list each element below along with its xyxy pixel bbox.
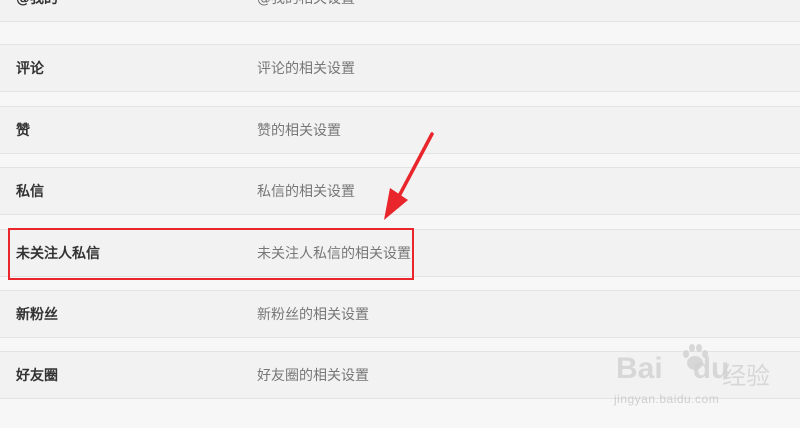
row-description: 新粉丝的相关设置 <box>257 307 369 323</box>
row-name: 赞 <box>16 123 30 139</box>
row-name: 未关注人私信 <box>16 246 100 262</box>
row-description: 赞的相关设置 <box>257 123 341 139</box>
settings-row-likes[interactable]: 赞 赞的相关设置 <box>0 106 800 154</box>
row-name: 好友圈 <box>16 368 58 384</box>
row-description: 私信的相关设置 <box>257 184 355 200</box>
row-name: @我的 <box>16 0 58 8</box>
row-description: @我的相关设置 <box>257 0 355 8</box>
notification-settings-list: @我的 @我的相关设置 评论 评论的相关设置 赞 赞的相关设置 私信 私信的相关… <box>0 0 800 428</box>
row-description: 未关注人私信的相关设置 <box>257 246 411 262</box>
row-name: 私信 <box>16 184 44 200</box>
settings-row-friend-circle[interactable]: 好友圈 好友圈的相关设置 <box>0 351 800 399</box>
settings-row-private-messages[interactable]: 私信 私信的相关设置 <box>0 167 800 215</box>
settings-row-new-fans[interactable]: 新粉丝 新粉丝的相关设置 <box>0 290 800 338</box>
row-name: 评论 <box>16 61 44 77</box>
row-description: 评论的相关设置 <box>257 61 355 77</box>
settings-row-at-me[interactable]: @我的 @我的相关设置 <box>0 0 800 22</box>
settings-row-comments[interactable]: 评论 评论的相关设置 <box>0 44 800 92</box>
row-name: 新粉丝 <box>16 307 58 323</box>
row-description: 好友圈的相关设置 <box>257 368 369 384</box>
settings-row-stranger-messages[interactable]: 未关注人私信 未关注人私信的相关设置 <box>0 229 800 277</box>
